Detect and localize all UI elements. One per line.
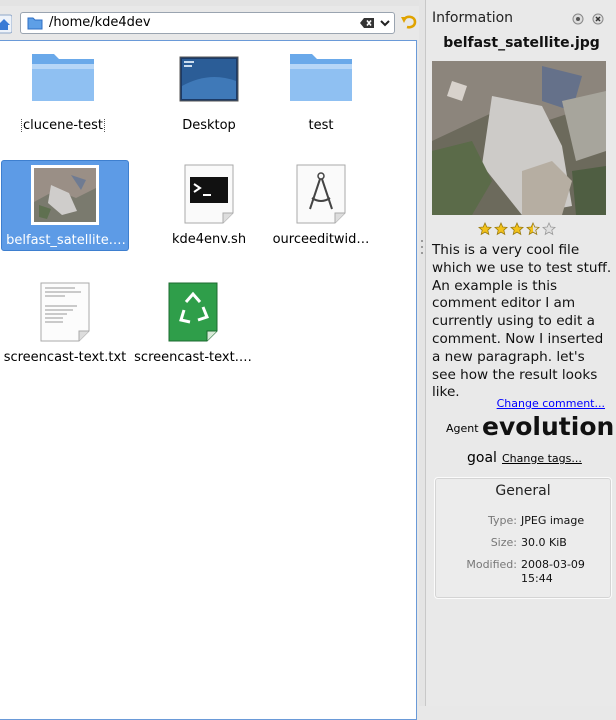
tag-cloud-item[interactable]: Agent <box>446 422 479 435</box>
star-rating-icon[interactable] <box>478 222 558 236</box>
change-comment-link[interactable]: Change comment... <box>497 397 605 410</box>
file-item[interactable]: kde4env.sh <box>145 160 273 251</box>
file-view[interactable]: clucene-test Desktop test belfast_satell… <box>0 40 417 720</box>
metadata-value: JPEG image <box>521 514 585 527</box>
tag-cloud-item[interactable]: goal <box>467 450 497 466</box>
close-icon[interactable] <box>592 13 604 25</box>
folder-icon <box>27 17 43 30</box>
file-item[interactable]: clucene-test <box>0 46 127 136</box>
recycle-icon <box>168 282 218 342</box>
file-name: screencast-text.… <box>134 350 252 365</box>
metadata-value: 30.0 KiB <box>521 536 567 549</box>
file-item[interactable]: screencast-text.… <box>129 278 257 369</box>
file-item[interactable]: screencast-text.txt <box>1 278 129 369</box>
file-name: test <box>308 118 334 133</box>
undo-icon[interactable] <box>400 14 418 30</box>
metadata-value: 2008-03-09 15:44 <box>521 558 585 585</box>
file-name: screencast-text.txt <box>3 350 127 365</box>
file-item[interactable]: test <box>257 46 385 136</box>
folder-icon <box>290 54 352 101</box>
image-preview <box>432 61 606 215</box>
file-comment: This is a very cool file which we use to… <box>432 242 612 401</box>
detach-panel-icon[interactable] <box>572 13 584 25</box>
file-name: belfast_satellite.… <box>6 233 126 248</box>
tag-cloud-item[interactable]: evolution <box>482 412 614 441</box>
file-name: clucene-test <box>20 118 106 133</box>
general-title: General <box>495 483 551 499</box>
file-name: Desktop <box>182 118 236 133</box>
general-metadata-box: General Type: JPEG image Size: 30.0 KiB … <box>434 477 612 599</box>
info-filename: belfast_satellite.jpg <box>443 35 600 51</box>
metadata-key: Type: <box>488 514 517 527</box>
text-file-icon <box>40 282 90 342</box>
home-button[interactable] <box>0 13 13 35</box>
metadata-key: Modified: <box>466 558 517 571</box>
location-bar[interactable]: /home/kde4dev <box>20 12 395 34</box>
chevron-down-icon[interactable] <box>379 16 391 30</box>
file-item[interactable]: Desktop <box>145 46 273 136</box>
design-compass-icon <box>296 164 346 224</box>
image-thumbnail <box>31 165 99 225</box>
information-panel: Information belfast_satellite.jpg This i… <box>425 0 616 706</box>
file-item[interactable]: ourceeditwid… <box>257 160 385 251</box>
desktop-folder-icon <box>179 56 239 102</box>
change-tags-link[interactable]: Change tags... <box>502 452 582 465</box>
location-path: /home/kde4dev <box>49 15 151 30</box>
file-name: ourceeditwid… <box>272 232 370 247</box>
file-item-selected[interactable]: belfast_satellite.… <box>1 160 129 251</box>
terminal-script-icon <box>184 164 234 224</box>
panel-title: Information <box>432 10 514 26</box>
clear-location-icon[interactable] <box>359 17 375 29</box>
rating-stars[interactable] <box>478 222 558 240</box>
metadata-key: Size: <box>490 536 517 549</box>
folder-icon <box>32 54 94 101</box>
home-icon <box>0 14 13 34</box>
file-name: kde4env.sh <box>171 232 247 247</box>
